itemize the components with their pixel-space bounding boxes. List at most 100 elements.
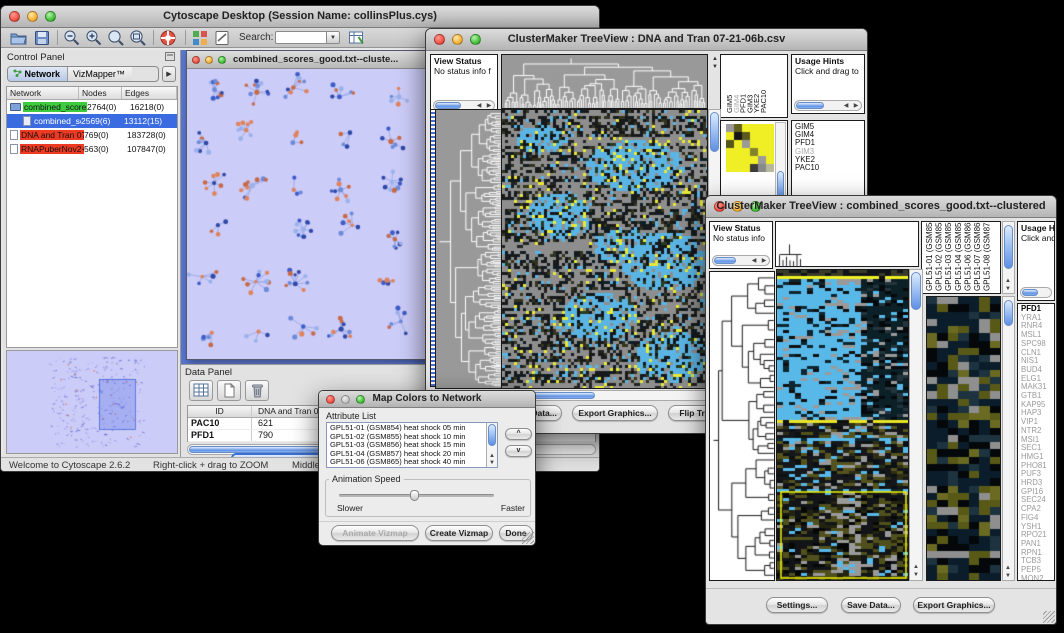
- attribute-editor-icon[interactable]: [347, 29, 365, 47]
- usage-hints-title: Usage Hints: [795, 56, 844, 66]
- tv2-column-dendrogram[interactable]: [775, 221, 919, 267]
- col-network: Network: [7, 87, 79, 99]
- network-edges: 183728(0): [127, 130, 177, 140]
- search-input[interactable]: [275, 31, 327, 44]
- attribute-list-vscrollbar[interactable]: ▲ ▼: [486, 423, 497, 467]
- scrollbar-thumb[interactable]: [488, 424, 496, 446]
- vizmap-grid-icon[interactable]: [191, 29, 209, 47]
- tv1-row-dendrogram[interactable]: [435, 109, 502, 389]
- array-label: GPL51-06 (GSM865): [963, 222, 972, 291]
- close-icon[interactable]: [192, 56, 200, 64]
- scroll-down-icon[interactable]: ▼: [911, 572, 921, 578]
- network-edges: 107847(0): [127, 144, 177, 154]
- attribute-list-item[interactable]: GPL51-07 (GSM868) heat shock 60 min: [327, 467, 497, 468]
- open-folder-icon[interactable]: [9, 29, 27, 47]
- attribute-listbox[interactable]: GPL51-01 (GSM854) heat shock 05 minGPL51…: [326, 422, 498, 468]
- network-list-row[interactable]: combined_scores2764(0)16218(0): [7, 100, 177, 114]
- col-edges: Edges: [122, 87, 177, 99]
- scrollbar-thumb[interactable]: [1004, 300, 1013, 326]
- animate-vizmap-button[interactable]: Animate Vizmap: [331, 525, 419, 541]
- tv2-row-dendrogram[interactable]: [709, 271, 775, 581]
- scroll-down-icon[interactable]: ▼: [710, 64, 720, 70]
- network-frame-titlebar[interactable]: combined_scores_good.txt--cluste...: [187, 51, 430, 69]
- folder-icon: [10, 103, 21, 111]
- dialog-titlebar[interactable]: Map Colors to Network: [319, 391, 535, 408]
- view-status-info: No status info: [713, 233, 765, 243]
- birdseye-view[interactable]: [6, 350, 178, 454]
- tab-vizmapper[interactable]: VizMapper™: [67, 67, 132, 81]
- new-attribute-button[interactable]: [217, 380, 241, 401]
- scroll-left-icon[interactable]: ◀: [749, 258, 759, 264]
- save-data-button[interactable]: Save Data...: [841, 597, 901, 613]
- scroll-left-icon[interactable]: ◀: [841, 103, 851, 109]
- resize-grip[interactable]: [1043, 611, 1055, 623]
- scroll-up-icon[interactable]: ▲: [487, 453, 497, 459]
- animation-slider[interactable]: [339, 494, 494, 497]
- scroll-up-icon[interactable]: ▲: [710, 56, 720, 62]
- scroll-down-icon[interactable]: ▼: [1003, 573, 1013, 579]
- scrollbar-thumb[interactable]: [710, 112, 719, 152]
- tv2-array-labels: GPL51-01 (GSM854)GPL51-02 (GSM855)GPL51-…: [921, 221, 1001, 294]
- network-list-row[interactable]: DNA and Tran 07769(0)183728(0): [7, 128, 177, 142]
- tv2-hints-hscrollbar[interactable]: [1020, 287, 1052, 298]
- minimize-icon[interactable]: [205, 56, 213, 64]
- main-titlebar[interactable]: Cytoscape Desktop (Session Name: collins…: [1, 6, 599, 28]
- map-colors-dialog: Map Colors to Network Attribute List GPL…: [318, 390, 536, 546]
- network-canvas[interactable]: [187, 69, 430, 359]
- scrollbar-thumb[interactable]: [714, 257, 736, 264]
- annotation-icon[interactable]: [213, 29, 231, 47]
- tv2-view-status: View Status No status info ◀ ▶: [709, 221, 773, 269]
- tv2-heatmap[interactable]: [776, 269, 909, 581]
- zoom-out-icon[interactable]: [63, 29, 81, 47]
- zoom-fit-icon[interactable]: [129, 29, 147, 47]
- search-dropdown-arrow-icon[interactable]: ▼: [327, 31, 340, 44]
- slider-thumb[interactable]: [410, 490, 419, 501]
- scroll-down-icon[interactable]: ▼: [487, 460, 497, 466]
- scrollbar-thumb[interactable]: [911, 272, 921, 310]
- tv1-zoom-matrix[interactable]: [726, 124, 774, 172]
- move-up-button[interactable]: ^: [505, 428, 532, 440]
- tv1-heatmap[interactable]: [501, 109, 708, 389]
- zoom-window-icon[interactable]: [218, 56, 226, 64]
- settings-button[interactable]: Settings...: [766, 597, 828, 613]
- network-list-row[interactable]: RNAPuberNov2+563(0)107847(0): [7, 142, 177, 156]
- scrollbar-thumb[interactable]: [796, 102, 824, 109]
- toolbar-separator: [185, 30, 186, 45]
- treeview1-title: ClusterMaker TreeView : DNA and Tran 07-…: [426, 33, 867, 45]
- move-down-button[interactable]: v: [505, 445, 532, 457]
- zoom-selected-icon[interactable]: [107, 29, 125, 47]
- treeview2-titlebar[interactable]: ClusterMaker TreeView : combined_scores_…: [706, 196, 1056, 218]
- scroll-right-icon[interactable]: ▶: [759, 258, 769, 264]
- tv1-hints-hscrollbar[interactable]: ◀ ▶: [794, 100, 862, 111]
- tv2-labels-vscrollbar[interactable]: ▲ ▼: [1002, 221, 1015, 294]
- export-graphics-button[interactable]: Export Graphics...: [572, 405, 658, 421]
- create-vizmap-button[interactable]: Create Vizmap: [425, 525, 493, 541]
- scrollbar-thumb[interactable]: [1022, 289, 1038, 296]
- scroll-up-icon[interactable]: ▲: [911, 564, 921, 570]
- network-list-row[interactable]: combined_sco2569(6)13112(15): [7, 114, 177, 128]
- scrollbar-thumb[interactable]: [435, 102, 461, 109]
- save-icon[interactable]: [33, 29, 51, 47]
- export-graphics-button[interactable]: Export Graphics...: [913, 597, 995, 613]
- tv2-heatmap-vscrollbar[interactable]: ▲ ▼: [909, 269, 923, 581]
- scroll-right-icon[interactable]: ▶: [851, 103, 861, 109]
- scroll-down-icon[interactable]: ▼: [1003, 286, 1013, 292]
- float-panel-icon[interactable]: [165, 52, 175, 61]
- tv2-status-hscrollbar[interactable]: ◀ ▶: [712, 255, 770, 266]
- treeview1-titlebar[interactable]: ClusterMaker TreeView : DNA and Tran 07-…: [426, 29, 867, 51]
- scroll-up-icon[interactable]: ▲: [1003, 565, 1013, 571]
- tv1-column-dendrogram[interactable]: [501, 54, 708, 109]
- delete-attribute-button[interactable]: [245, 380, 269, 401]
- attribute-select-button[interactable]: [189, 380, 213, 401]
- tv2-zoom-vscrollbar[interactable]: ▲ ▼: [1002, 296, 1015, 581]
- resize-grip[interactable]: [522, 532, 534, 544]
- help-lifering-icon[interactable]: [159, 29, 177, 47]
- tv2-zoom-heatmap[interactable]: [926, 296, 1001, 581]
- zoom-in-icon[interactable]: [85, 29, 103, 47]
- tab-overflow-button[interactable]: ▶: [162, 66, 176, 82]
- network-frame[interactable]: combined_scores_good.txt--cluste...: [186, 50, 431, 360]
- new-document-icon: [218, 381, 240, 400]
- scroll-up-icon[interactable]: ▲: [1003, 278, 1013, 284]
- tab-network[interactable]: Network: [8, 67, 67, 81]
- scrollbar-thumb[interactable]: [1004, 225, 1013, 269]
